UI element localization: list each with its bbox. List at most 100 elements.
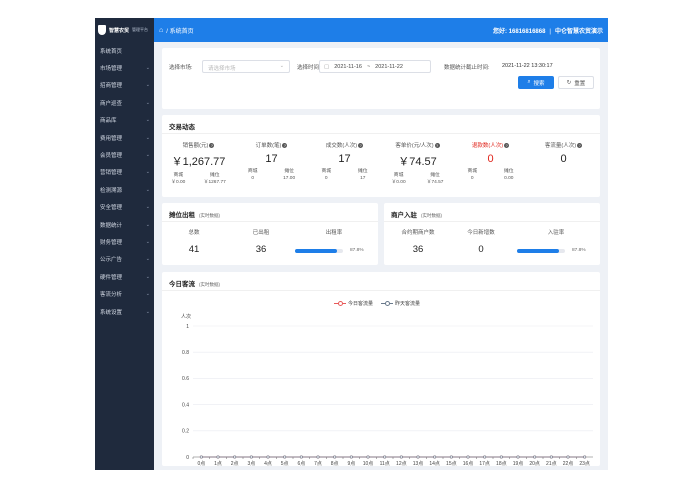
- user-greeting[interactable]: 您好: 16816816868: [493, 29, 545, 35]
- sidebar-item-label: 公示广告: [100, 257, 123, 264]
- data-point[interactable]: [466, 455, 470, 459]
- sidebar-item[interactable]: 公示广告 ⌄: [95, 251, 154, 268]
- home-icon[interactable]: ⌂: [159, 27, 163, 34]
- traffic-card: 今日客流 (实时数据) 今日客流量 昨天客流量 人次 0 0.2 0.4 0.6 0.8 1 0点…: [162, 272, 600, 466]
- data-point[interactable]: [366, 455, 370, 459]
- date-start[interactable]: 2021-11-16: [334, 64, 362, 70]
- breakdown-label: 摊位: [430, 173, 440, 178]
- data-point[interactable]: [416, 455, 420, 459]
- data-point[interactable]: [483, 455, 487, 459]
- question-icon[interactable]: ?: [209, 143, 215, 148]
- x-tick-label: 22点: [563, 461, 574, 466]
- chevron-down-icon: ⌄: [145, 117, 150, 124]
- merchant-title: 商户入驻 (实时数据): [391, 209, 442, 219]
- stat-label-row: 成交数(人次)?: [308, 141, 381, 149]
- data-point[interactable]: [449, 455, 453, 459]
- question-icon[interactable]: ?: [504, 143, 510, 148]
- divider: [384, 221, 600, 222]
- sidebar-item[interactable]: 财务管理 ⌄: [95, 233, 154, 250]
- sidebar-item-label: 系统设置: [100, 309, 123, 316]
- sidebar-item[interactable]: 硬件管理 ⌄: [95, 268, 154, 285]
- sidebar-item[interactable]: 系统设置 ⌄: [95, 303, 154, 320]
- sidebar-item-label: 市场管理: [100, 66, 123, 73]
- data-point[interactable]: [233, 455, 237, 459]
- sidebar-item[interactable]: 系统首页: [95, 42, 154, 59]
- breakdown-label: 摊位: [503, 169, 514, 174]
- data-point[interactable]: [283, 455, 287, 459]
- data-point[interactable]: [249, 455, 253, 459]
- date-range-picker[interactable]: ▢ 2021-11-16 ~ 2021-11-22: [319, 60, 431, 73]
- question-icon[interactable]: ?: [282, 143, 288, 148]
- sidebar-item-label: 商品库: [100, 118, 117, 125]
- calendar-icon: ▢: [324, 64, 330, 70]
- breakdown-value: ￥0.00: [391, 180, 406, 185]
- sidebar-item-label: 硬件管理: [100, 274, 123, 281]
- chevron-down-icon: ⌄: [145, 65, 150, 72]
- chevron-down-icon: ⌄: [145, 82, 150, 89]
- sidebar-item[interactable]: 招商管理 ⌄: [95, 77, 154, 94]
- sidebar-item[interactable]: 费用管理 ⌄: [95, 129, 154, 146]
- question-icon[interactable]: ?: [434, 143, 440, 148]
- stat-column: 订单数(笔)? 17 商城 0 摊位 17.00: [235, 141, 308, 182]
- sidebar-item[interactable]: 数据统计 ⌄: [95, 216, 154, 233]
- breakdown-value: 0.00: [504, 176, 514, 181]
- search-button[interactable]: ⌕ 搜索: [518, 76, 554, 89]
- breakdown-value: ￥0.00: [171, 180, 186, 185]
- date-end[interactable]: 2021-11-22: [375, 64, 403, 70]
- market-name[interactable]: 中仑智慧农贸演示: [555, 29, 603, 35]
- data-point[interactable]: [299, 455, 303, 459]
- x-tick-label: 0点: [197, 461, 205, 466]
- stat-breakdown-item: 摊位 ￥74.57: [427, 172, 444, 186]
- data-point[interactable]: [316, 455, 320, 459]
- data-point[interactable]: [433, 455, 437, 459]
- merchant-rate-fill: [517, 249, 560, 253]
- sidebar-item[interactable]: 商品库 ⌄: [95, 112, 154, 129]
- data-point[interactable]: [383, 455, 387, 459]
- data-point[interactable]: [583, 455, 587, 459]
- sidebar-menu: 系统首页 市场管理 ⌄ 招商管理 ⌄ 商户巡查 ⌄ 商品库 ⌄ 费用管理 ⌄ 会员管理 ⌄ 营销管理 ⌄ 检测…: [95, 42, 154, 320]
- sidebar-item[interactable]: 商户巡查 ⌄: [95, 94, 154, 111]
- stat-column: 销售额(元)? ￥1,267.77 商城 ￥0.00 摊位 ￥1267.77: [162, 141, 235, 186]
- x-tick-label: 19点: [513, 461, 524, 466]
- booth-rate-label: 出租率: [325, 230, 343, 236]
- chevron-down-icon: ⌄: [145, 238, 150, 245]
- sidebar-item-label: 数据统计: [100, 222, 123, 229]
- x-tick-label: 4点: [264, 461, 272, 466]
- sidebar-item[interactable]: 客流分析 ⌄: [95, 285, 154, 302]
- question-icon[interactable]: ?: [577, 143, 583, 148]
- data-point[interactable]: [199, 455, 203, 459]
- sidebar-item[interactable]: 安全管理 ⌄: [95, 199, 154, 216]
- data-point[interactable]: [533, 455, 537, 459]
- stat-value: 0: [560, 153, 567, 165]
- merchant-new-value: 0: [478, 244, 484, 255]
- deadline-label: 数据统计截止时间:: [444, 65, 490, 71]
- app-logo[interactable]: 智慧农贸 管理平台: [95, 18, 154, 42]
- sidebar-item[interactable]: 市场管理 ⌄: [95, 59, 154, 76]
- data-point[interactable]: [333, 455, 337, 459]
- data-point[interactable]: [516, 455, 520, 459]
- main-content: 选择市场: 请选择市场 ⌄ 选择时间: ▢ 2021-11-16 ~ 2021-…: [154, 42, 608, 470]
- booth-rate-fill: [295, 249, 338, 253]
- data-point[interactable]: [399, 455, 403, 459]
- sidebar-item[interactable]: 营销管理 ⌄: [95, 164, 154, 181]
- data-point[interactable]: [566, 455, 570, 459]
- x-tick-label: 13点: [413, 461, 424, 466]
- market-select[interactable]: 请选择市场 ⌄: [202, 60, 290, 73]
- reset-button[interactable]: ↻ 重置: [558, 76, 594, 89]
- data-point[interactable]: [349, 455, 353, 459]
- stat-value: 17: [265, 153, 278, 165]
- stat-breakdown-item: 摊位 17: [358, 168, 368, 182]
- stat-label-row: 退款数(人次)?: [454, 141, 527, 149]
- question-icon[interactable]: ?: [358, 143, 364, 148]
- stat-label: 订单数(笔): [255, 143, 282, 149]
- data-point[interactable]: [216, 455, 220, 459]
- merchant-rate: 入驻率 87.8%: [517, 228, 595, 253]
- data-point[interactable]: [266, 455, 270, 459]
- deadline-value: 2021-11-22 13:30:17: [502, 63, 553, 69]
- sidebar-item[interactable]: 检测溯源 ⌄: [95, 181, 154, 198]
- data-point[interactable]: [499, 455, 503, 459]
- x-tick-label: 7点: [314, 461, 322, 466]
- sidebar-item[interactable]: 会员管理 ⌄: [95, 146, 154, 163]
- data-point[interactable]: [549, 455, 553, 459]
- booth-total: 总数 41: [176, 228, 212, 255]
